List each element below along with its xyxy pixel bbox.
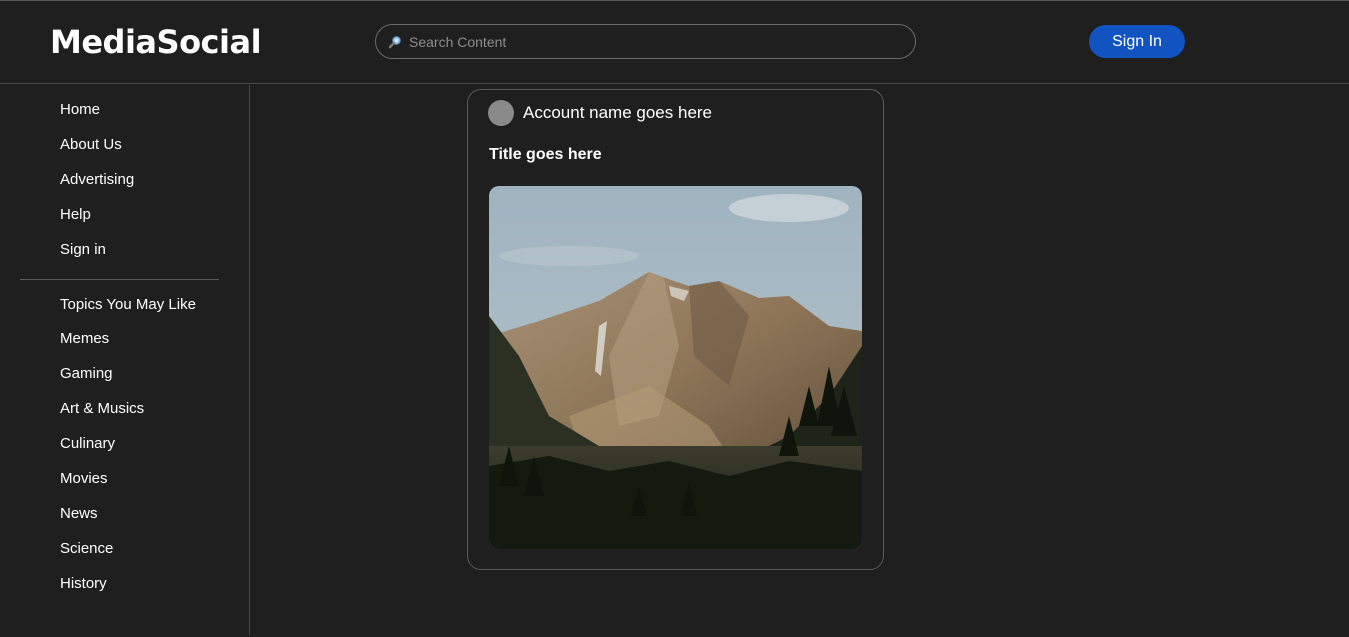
top-header: MediaSocial Sign In xyxy=(0,1,1349,84)
sidebar-item-help[interactable]: Help xyxy=(60,206,91,223)
mountain-landscape-image xyxy=(489,186,862,549)
post-image[interactable] xyxy=(489,186,862,549)
sidebar-item-home[interactable]: Home xyxy=(60,101,100,118)
topic-item-gaming[interactable]: Gaming xyxy=(60,365,113,382)
topic-item-history[interactable]: History xyxy=(60,575,107,592)
account-name[interactable]: Account name goes here xyxy=(523,103,712,123)
search-icon xyxy=(388,35,402,49)
topic-item-art-musics[interactable]: Art & Musics xyxy=(60,400,144,417)
sidebar-item-sign-in[interactable]: Sign in xyxy=(60,241,106,258)
site-logo[interactable]: MediaSocial xyxy=(50,23,262,61)
topic-item-culinary[interactable]: Culinary xyxy=(60,435,115,452)
post-card[interactable]: Account name goes here Title goes here xyxy=(467,89,884,570)
sidebar: Home About Us Advertising Help Sign in T… xyxy=(0,85,250,635)
topic-item-movies[interactable]: Movies xyxy=(60,470,108,487)
search-input[interactable] xyxy=(409,33,889,50)
sign-in-button[interactable]: Sign In xyxy=(1089,25,1185,58)
topic-item-memes[interactable]: Memes xyxy=(60,330,109,347)
post-title: Title goes here xyxy=(489,146,602,163)
sidebar-item-about-us[interactable]: About Us xyxy=(60,136,122,153)
topic-item-science[interactable]: Science xyxy=(60,540,113,557)
search-bar[interactable] xyxy=(375,24,916,59)
topics-heading: Topics You May Like xyxy=(60,296,196,313)
sidebar-item-advertising[interactable]: Advertising xyxy=(60,171,134,188)
topic-item-news[interactable]: News xyxy=(60,505,98,522)
avatar[interactable] xyxy=(488,100,514,126)
sidebar-divider xyxy=(20,279,219,280)
